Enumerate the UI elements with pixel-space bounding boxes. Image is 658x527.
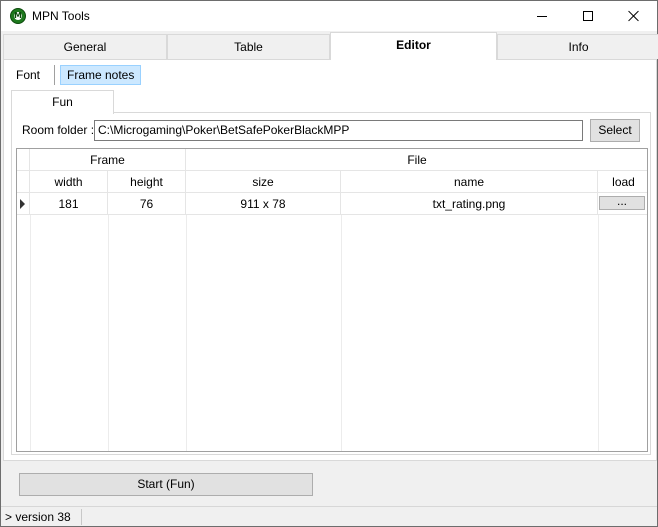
grid-line — [108, 215, 109, 451]
tab-fun[interactable]: Fun — [11, 90, 114, 114]
maximize-icon — [583, 11, 593, 21]
tab-editor[interactable]: Editor — [330, 32, 497, 60]
group-header-file: File — [186, 149, 647, 171]
grid-corner — [17, 149, 30, 171]
current-row-icon — [20, 199, 25, 209]
minimize-icon — [537, 15, 547, 17]
cell-name[interactable]: txt_rating.png — [341, 193, 598, 215]
room-folder-input[interactable]: C:\Microgaming\Poker\BetSafePokerBlackMP… — [94, 120, 583, 141]
close-button[interactable] — [611, 1, 657, 31]
group-header-frame: Frame — [30, 149, 186, 171]
load-button[interactable]: ... — [599, 195, 645, 210]
main-tab-bar: General Table Editor Info — [3, 32, 658, 60]
column-header-height[interactable]: height — [108, 171, 186, 193]
minimize-button[interactable] — [519, 1, 565, 31]
app-window: M MPN Tools General Table Editor Info Fo… — [0, 0, 658, 527]
grid-line — [186, 215, 187, 451]
grid-corner-2 — [17, 171, 30, 193]
cell-width[interactable]: 181 — [30, 193, 108, 215]
room-folder-label: Room folder : — [22, 123, 95, 137]
grid-line — [598, 215, 599, 451]
font-button[interactable]: Font — [9, 65, 47, 85]
row-header[interactable] — [17, 193, 30, 215]
editor-panel: Font Frame notes Fun Room folder : C:\Mi… — [3, 59, 657, 461]
window-title: MPN Tools — [32, 9, 90, 23]
status-separator — [81, 509, 82, 525]
tab-general[interactable]: General — [3, 34, 167, 59]
start-button[interactable]: Start (Fun) — [19, 473, 313, 496]
select-button[interactable]: Select — [590, 119, 640, 142]
toolbar-separator — [54, 65, 55, 85]
grid-line — [341, 215, 342, 451]
tab-table[interactable]: Table — [167, 34, 330, 59]
cell-height[interactable]: 76 — [108, 193, 186, 215]
grid-line — [30, 215, 31, 451]
app-icon-letter: M — [14, 11, 22, 20]
app-icon: M — [10, 8, 26, 24]
cell-size[interactable]: 911 x 78 — [186, 193, 341, 215]
frames-grid: Frame File width height size name load 1… — [16, 148, 648, 452]
maximize-button[interactable] — [565, 1, 611, 31]
title-bar[interactable]: M MPN Tools — [1, 1, 657, 31]
column-header-name[interactable]: name — [341, 171, 598, 193]
column-header-load[interactable]: load — [598, 171, 647, 193]
status-version: > version 38 — [5, 510, 71, 524]
fun-panel: Room folder : C:\Microgaming\Poker\BetSa… — [11, 112, 651, 455]
column-header-size[interactable]: size — [186, 171, 341, 193]
tab-info[interactable]: Info — [497, 34, 658, 59]
column-header-width[interactable]: width — [30, 171, 108, 193]
status-bar: > version 38 — [1, 506, 657, 526]
frame-notes-button[interactable]: Frame notes — [60, 65, 142, 85]
close-icon — [628, 10, 640, 22]
